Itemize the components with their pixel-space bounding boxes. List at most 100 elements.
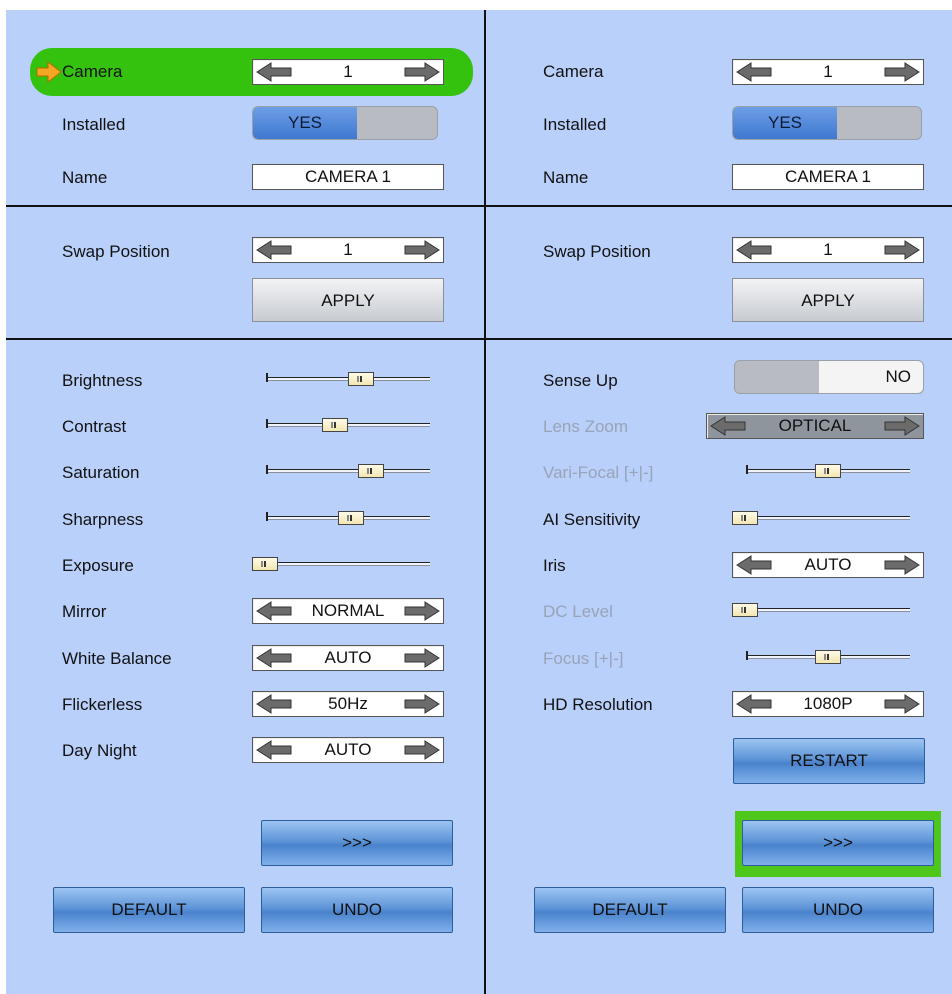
white-balance-selector[interactable]: AUTO: [252, 645, 444, 671]
installed-yes: YES: [253, 107, 357, 139]
name-label: Name: [62, 168, 108, 187]
slider-track: [266, 423, 430, 427]
focus-label: Focus [+|-]: [543, 649, 624, 668]
swap-position-selector[interactable]: 1: [732, 237, 924, 263]
arrow-right-icon[interactable]: [884, 240, 920, 260]
arrow-right-icon[interactable]: [884, 62, 920, 82]
focus-slider: [746, 650, 910, 665]
section-divider: [6, 205, 952, 207]
day-night-selector[interactable]: AUTO: [252, 737, 444, 763]
camera-label: Camera: [62, 62, 123, 81]
arrow-right-icon[interactable]: [404, 740, 440, 760]
default-button[interactable]: DEFAULT: [534, 887, 726, 933]
apply-button[interactable]: APPLY: [732, 278, 924, 322]
hd-resolution-label: HD Resolution: [543, 695, 653, 714]
day-night-label: Day Night: [62, 741, 137, 760]
slider-endcap: [266, 419, 268, 428]
vari-focal-slider: [746, 464, 910, 479]
sense-up-no: NO: [819, 361, 923, 393]
ai-sensitivity-slider[interactable]: [732, 511, 910, 526]
installed-toggle[interactable]: YES: [252, 106, 438, 140]
lens-zoom-label: Lens Zoom: [543, 417, 629, 436]
brightness-slider[interactable]: [266, 372, 430, 387]
dc-level-label: DC Level: [543, 602, 613, 621]
slider-track: [732, 608, 910, 612]
slider-endcap: [746, 465, 748, 474]
slider-thumb[interactable]: [357, 464, 384, 478]
slider-thumb: [815, 650, 841, 664]
iris-selector[interactable]: AUTO: [732, 552, 924, 578]
white-balance-label: White Balance: [62, 649, 172, 668]
slider-track: [266, 469, 430, 473]
camera-selector[interactable]: 1: [252, 59, 444, 85]
arrow-right-icon[interactable]: [884, 694, 920, 714]
slider-thumb[interactable]: [732, 511, 758, 525]
contrast-slider[interactable]: [266, 418, 430, 433]
arrow-left-icon[interactable]: [736, 694, 772, 714]
slider-thumb[interactable]: [321, 418, 348, 432]
sharpness-label: Sharpness: [62, 510, 144, 529]
arrow-left-icon: [710, 416, 746, 436]
brightness-label: Brightness: [62, 371, 143, 390]
default-button[interactable]: DEFAULT: [53, 887, 245, 933]
camera-label: Camera: [543, 62, 604, 81]
flickerless-label: Flickerless: [62, 695, 143, 714]
slider-thumb[interactable]: [338, 511, 365, 525]
arrow-left-icon[interactable]: [256, 240, 292, 260]
arrow-left-icon[interactable]: [256, 740, 292, 760]
undo-button[interactable]: UNDO: [742, 887, 934, 933]
arrow-right-icon[interactable]: [884, 555, 920, 575]
slider-thumb[interactable]: [252, 557, 278, 571]
installed-label: Installed: [543, 115, 607, 134]
slider-thumb[interactable]: [348, 372, 375, 386]
swap-position-selector[interactable]: 1: [252, 237, 444, 263]
exposure-slider[interactable]: [252, 557, 430, 572]
arrow-left-icon[interactable]: [256, 62, 292, 82]
arrow-right-icon[interactable]: [404, 648, 440, 668]
mirror-selector[interactable]: NORMAL: [252, 598, 444, 624]
restart-button[interactable]: RESTART: [733, 738, 925, 784]
arrow-right-icon[interactable]: [404, 601, 440, 621]
vari-focal-label: Vari-Focal [+|-]: [543, 463, 654, 482]
iris-label: Iris: [543, 556, 566, 575]
apply-button[interactable]: APPLY: [252, 278, 444, 322]
arrow-right-icon[interactable]: [404, 694, 440, 714]
slider-thumb: [815, 464, 841, 478]
flickerless-selector[interactable]: 50Hz: [252, 691, 444, 717]
sense-up-label: Sense Up: [543, 371, 618, 390]
name-field[interactable]: CAMERA 1: [732, 164, 924, 190]
mirror-label: Mirror: [62, 602, 107, 621]
saturation-slider[interactable]: [266, 464, 430, 479]
saturation-label: Saturation: [62, 463, 140, 482]
arrow-left-icon[interactable]: [736, 62, 772, 82]
sense-up-toggle[interactable]: NO: [734, 360, 924, 394]
focus-pointer-icon: [36, 61, 62, 83]
arrow-right-icon[interactable]: [404, 62, 440, 82]
installed-toggle[interactable]: YES: [732, 106, 922, 140]
hd-resolution-selector[interactable]: 1080P: [732, 691, 924, 717]
slider-track: [732, 516, 910, 520]
arrow-right-icon: [884, 416, 920, 436]
ai-sensitivity-label: AI Sensitivity: [543, 510, 641, 529]
sharpness-slider[interactable]: [266, 511, 430, 526]
arrow-left-icon[interactable]: [736, 240, 772, 260]
arrow-left-icon[interactable]: [256, 601, 292, 621]
swap-position-label: Swap Position: [543, 242, 651, 261]
name-label: Name: [543, 168, 589, 187]
slider-endcap: [746, 651, 748, 660]
arrow-left-icon[interactable]: [736, 555, 772, 575]
dc-level-slider: [732, 603, 910, 618]
arrow-left-icon[interactable]: [256, 648, 292, 668]
name-field[interactable]: CAMERA 1: [252, 164, 444, 190]
next-page-button[interactable]: >>>: [742, 820, 934, 866]
arrow-left-icon[interactable]: [256, 694, 292, 714]
contrast-label: Contrast: [62, 417, 127, 436]
slider-track: [252, 562, 430, 566]
lens-zoom-selector: OPTICAL: [706, 413, 924, 439]
next-page-button[interactable]: >>>: [261, 820, 453, 866]
undo-button[interactable]: UNDO: [261, 887, 453, 933]
arrow-right-icon[interactable]: [404, 240, 440, 260]
slider-endcap: [266, 512, 268, 521]
installed-yes: YES: [733, 107, 837, 139]
camera-selector[interactable]: 1: [732, 59, 924, 85]
